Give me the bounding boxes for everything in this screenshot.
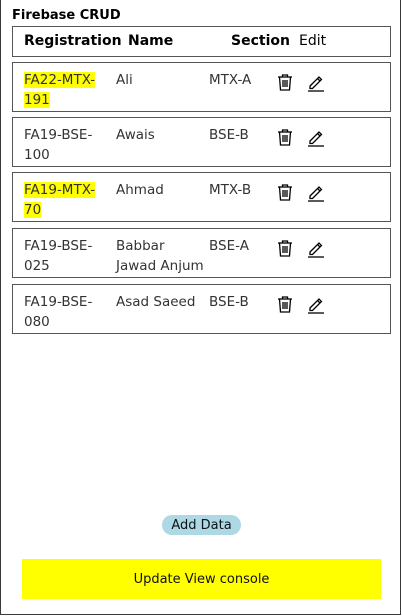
header-section: Section bbox=[231, 33, 290, 49]
registration-line2: 100 bbox=[24, 147, 50, 163]
registration-line2: 025 bbox=[24, 258, 50, 274]
pencil-icon[interactable] bbox=[306, 238, 326, 258]
pencil-icon[interactable] bbox=[306, 72, 326, 92]
name-line1: Ali bbox=[116, 72, 133, 88]
name-cell: Ali bbox=[116, 70, 206, 90]
registration-line2: 70 bbox=[24, 202, 42, 218]
trash-icon[interactable] bbox=[275, 127, 295, 147]
registration-cell: FA19-MTX- 70 bbox=[24, 180, 102, 220]
pencil-icon[interactable] bbox=[306, 127, 326, 147]
name-line1: Awais bbox=[116, 127, 155, 143]
section-cell: BSE-B bbox=[209, 294, 249, 310]
header-registration: Registration bbox=[24, 33, 122, 49]
name-cell: Asad Saeed bbox=[116, 292, 206, 312]
registration-line1: FA19-MTX- bbox=[24, 182, 96, 198]
pencil-icon[interactable] bbox=[306, 294, 326, 314]
name-cell: Ahmad bbox=[116, 180, 206, 200]
table-row: FA19-MTX- 70 Ahmad MTX-B bbox=[12, 172, 391, 222]
table-row: FA19-BSE- 100 Awais BSE-B bbox=[12, 117, 391, 167]
registration-line1: FA19-BSE- bbox=[24, 127, 93, 143]
section-cell: BSE-B bbox=[209, 127, 249, 143]
trash-icon[interactable] bbox=[275, 294, 295, 314]
registration-line2: 080 bbox=[24, 314, 50, 330]
registration-line1: FA22-MTX- bbox=[24, 72, 96, 88]
page-title: Firebase CRUD bbox=[12, 8, 121, 23]
section-cell: MTX-A bbox=[209, 72, 252, 88]
name-line2: Jawad Anjum bbox=[116, 258, 204, 274]
name-line1: Asad Saeed bbox=[116, 294, 196, 310]
section-cell: MTX-B bbox=[209, 182, 252, 198]
name-line1: Babbar bbox=[116, 238, 165, 254]
registration-cell: FA19-BSE- 080 bbox=[24, 292, 102, 332]
table-row: FA19-BSE- 080 Asad Saeed BSE-B bbox=[12, 284, 391, 334]
registration-cell: FA22-MTX- 191 bbox=[24, 70, 102, 110]
trash-icon[interactable] bbox=[275, 72, 295, 92]
registration-line1: FA19-BSE- bbox=[24, 238, 93, 254]
header-name: Name bbox=[128, 33, 174, 49]
name-cell: Babbar Jawad Anjum bbox=[116, 236, 216, 276]
registration-cell: FA19-BSE- 025 bbox=[24, 236, 102, 276]
update-view-console-button[interactable]: Update View console bbox=[22, 559, 381, 599]
registration-line2: 191 bbox=[24, 92, 50, 108]
section-cell: BSE-A bbox=[209, 238, 249, 254]
add-data-button[interactable]: Add Data bbox=[162, 515, 241, 535]
trash-icon[interactable] bbox=[275, 182, 295, 202]
table-header: Registration Name Section Edit bbox=[12, 26, 391, 57]
trash-icon[interactable] bbox=[275, 238, 295, 258]
registration-cell: FA19-BSE- 100 bbox=[24, 125, 102, 165]
header-edit: Edit bbox=[299, 33, 327, 49]
registration-line1: FA19-BSE- bbox=[24, 294, 93, 310]
name-cell: Awais bbox=[116, 125, 206, 145]
table-row: FA19-BSE- 025 Babbar Jawad Anjum BSE-A bbox=[12, 228, 391, 278]
table-row: FA22-MTX- 191 Ali MTX-A bbox=[12, 62, 391, 112]
pencil-icon[interactable] bbox=[306, 182, 326, 202]
name-line1: Ahmad bbox=[116, 182, 164, 198]
